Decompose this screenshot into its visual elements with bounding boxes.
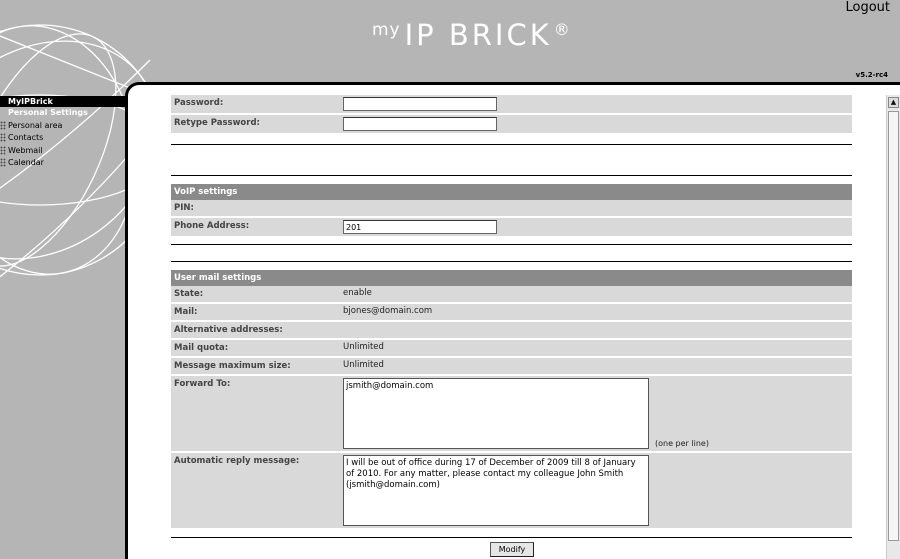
state-value: enable xyxy=(343,288,372,298)
state-row: State: enable xyxy=(171,286,852,304)
message-max-size-row: Message maximum size: Unlimited xyxy=(171,358,852,376)
retype-password-row: Retype Password: xyxy=(171,115,852,135)
password-row: Password: xyxy=(171,95,852,115)
divider xyxy=(171,537,852,538)
brand-name: IP BRICK xyxy=(404,18,552,52)
sidebar-item-personal-area[interactable]: Personal area xyxy=(0,119,127,132)
sidebar-item-label: Personal area xyxy=(8,120,63,130)
sidebar-item-contacts[interactable]: Contacts xyxy=(0,132,127,145)
password-label: Password: xyxy=(174,98,224,108)
dotted-bullet-icon xyxy=(0,158,6,168)
phone-address-label: Phone Address: xyxy=(174,221,250,231)
automatic-reply-label: Automatic reply message: xyxy=(174,456,300,466)
pin-label: PIN: xyxy=(174,203,194,213)
mail-value: bjones@domain.com xyxy=(343,306,433,316)
dotted-bullet-icon xyxy=(0,120,6,130)
phone-address-field[interactable] xyxy=(343,220,497,234)
registered-mark: ® xyxy=(553,20,570,39)
sidebar-title[interactable]: MyIPBrick xyxy=(0,96,127,107)
mail-row: Mail: bjones@domain.com xyxy=(171,304,852,322)
sidebar-item-calendar[interactable]: Calendar xyxy=(0,157,127,170)
brand-logo: my IP BRICK ® xyxy=(372,18,570,52)
mail-quota-value: Unlimited xyxy=(343,342,384,352)
alternative-addresses-row: Alternative addresses: xyxy=(171,322,852,340)
mail-label: Mail: xyxy=(174,307,198,317)
logout-link[interactable]: Logout xyxy=(845,0,890,15)
sidebar-item-label: Contacts xyxy=(8,133,44,143)
automatic-reply-row: Automatic reply message: I will be out o… xyxy=(171,453,852,530)
mail-quota-row: Mail quota: Unlimited xyxy=(171,340,852,358)
message-max-size-value: Unlimited xyxy=(343,360,384,370)
version-label: v5.2-rc4 xyxy=(855,71,888,79)
alternative-addresses-value xyxy=(341,322,852,338)
scroll-thumb[interactable] xyxy=(888,111,899,541)
alternative-addresses-label: Alternative addresses: xyxy=(174,325,283,335)
voip-settings-heading: VoIP settings xyxy=(171,184,852,200)
forward-to-row: Forward To: jsmith@domain.com (one per l… xyxy=(171,376,852,453)
state-label: State: xyxy=(174,289,204,299)
retype-password-field[interactable] xyxy=(343,117,497,131)
phone-address-row: Phone Address: xyxy=(171,218,852,238)
forward-to-textarea[interactable]: jsmith@domain.com xyxy=(343,378,649,449)
dotted-bullet-icon xyxy=(0,145,6,155)
pin-row: PIN: xyxy=(171,200,852,218)
mail-quota-label: Mail quota: xyxy=(174,343,229,353)
dotted-bullet-icon xyxy=(0,133,6,143)
sidebar-item-label: Calendar xyxy=(8,158,44,168)
forward-to-label: Forward To: xyxy=(174,379,231,389)
automatic-reply-textarea[interactable]: I will be out of office during 17 of Dec… xyxy=(343,455,649,526)
pin-value xyxy=(341,200,852,216)
user-mail-settings-heading: User mail settings xyxy=(171,270,852,286)
one-per-line-hint: (one per line) xyxy=(655,439,709,448)
settings-form: Password: Retype Password: VoIP settings… xyxy=(171,95,852,538)
sidebar-section-personal-settings[interactable]: Personal Settings xyxy=(0,107,127,119)
sidebar-item-label: Webmail xyxy=(8,145,43,155)
brand-prefix: my xyxy=(372,20,401,40)
vertical-scrollbar[interactable]: ▲ xyxy=(886,95,900,559)
password-field[interactable] xyxy=(343,97,497,111)
message-max-size-label: Message maximum size: xyxy=(174,361,291,371)
sidebar: MyIPBrick Personal Settings Personal are… xyxy=(0,96,127,169)
sidebar-item-webmail[interactable]: Webmail xyxy=(0,144,127,157)
scroll-up-icon[interactable]: ▲ xyxy=(888,97,899,108)
content-panel: ▲ Password: Retype Password: VoIP settin… xyxy=(125,82,900,559)
modify-button[interactable]: Modify xyxy=(490,542,534,557)
retype-password-label: Retype Password: xyxy=(174,118,260,128)
